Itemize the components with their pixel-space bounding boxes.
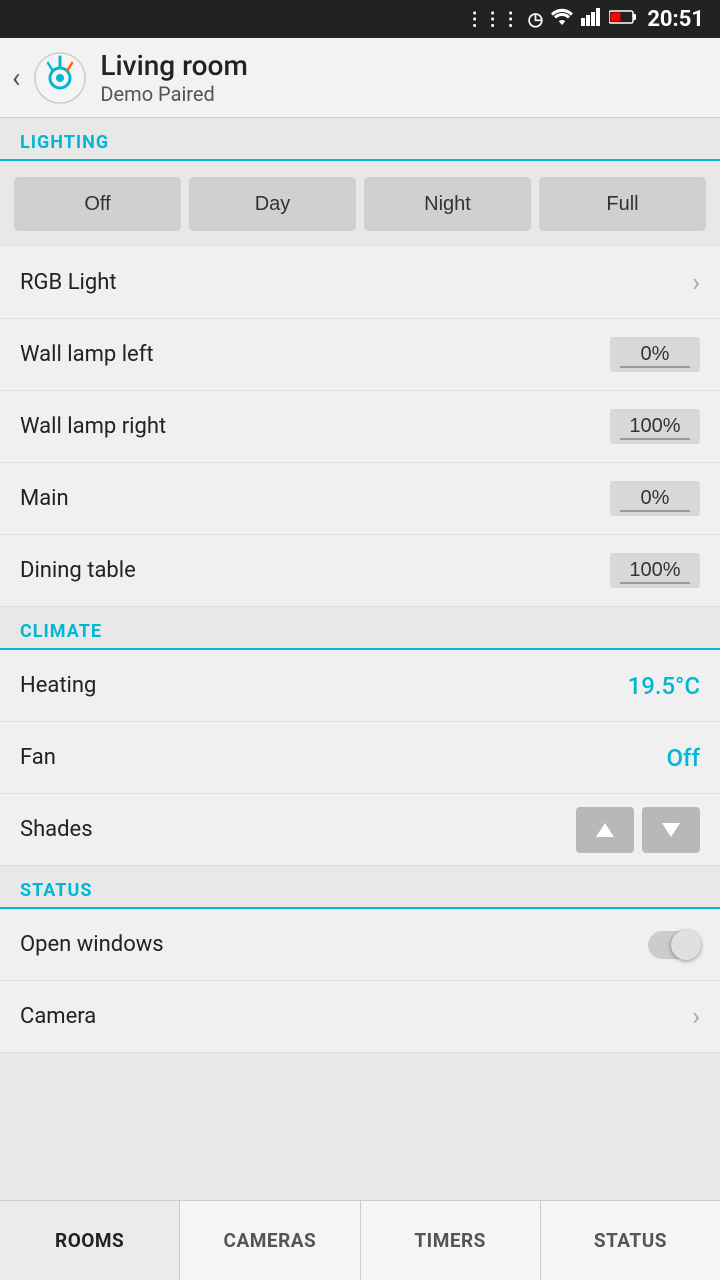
- shades-up-button[interactable]: [576, 807, 634, 853]
- main-light-right: 0%: [610, 481, 700, 516]
- wall-lamp-left-label: Wall lamp left: [20, 342, 154, 367]
- climate-section-header: CLIMATE: [0, 607, 720, 650]
- chevron-down-icon: [660, 819, 682, 841]
- shades-label: Shades: [20, 817, 93, 842]
- open-windows-label: Open windows: [20, 932, 164, 957]
- alarm-icon: ◷: [528, 9, 544, 30]
- wall-lamp-right-row: Wall lamp right 100%: [0, 391, 720, 463]
- shades-row: Shades: [0, 794, 720, 866]
- wall-lamp-right-label: Wall lamp right: [20, 414, 166, 439]
- shades-controls: [576, 807, 700, 853]
- status-icons: ⋮⋮⋮ ◷: [466, 8, 638, 31]
- heating-value: 19.5°C: [628, 672, 700, 700]
- lighting-section-header: LIGHTING: [0, 118, 720, 161]
- app-logo: [34, 52, 86, 104]
- camera-chevron: ›: [692, 1002, 700, 1032]
- wall-lamp-right-value[interactable]: 100%: [610, 409, 700, 444]
- dining-table-value[interactable]: 100%: [610, 553, 700, 588]
- nav-rooms[interactable]: ROOMS: [0, 1201, 180, 1280]
- wifi-icon: [551, 8, 573, 31]
- nav-cameras[interactable]: CAMERAS: [180, 1201, 360, 1280]
- dining-table-label: Dining table: [20, 558, 136, 583]
- fan-row[interactable]: Fan Off: [0, 722, 720, 794]
- wall-lamp-left-right: 0%: [610, 337, 700, 372]
- nav-status[interactable]: STATUS: [541, 1201, 720, 1280]
- signal-icon: [581, 8, 601, 31]
- lighting-day-button[interactable]: Day: [189, 177, 356, 231]
- shades-down-button[interactable]: [642, 807, 700, 853]
- heating-row[interactable]: Heating 19.5°C: [0, 650, 720, 722]
- header-subtitle: Demo Paired: [100, 82, 247, 106]
- heating-label: Heating: [20, 673, 96, 698]
- back-button[interactable]: ‹: [12, 61, 20, 94]
- dining-table-row: Dining table 100%: [0, 535, 720, 607]
- menu-icon: ⋮⋮⋮: [466, 9, 520, 30]
- camera-row[interactable]: Camera ›: [0, 981, 720, 1053]
- main-light-value[interactable]: 0%: [610, 481, 700, 516]
- lighting-buttons-row: Off Day Night Full: [0, 161, 720, 247]
- open-windows-row: Open windows: [0, 909, 720, 981]
- open-windows-toggle[interactable]: [648, 931, 700, 959]
- bottom-nav: ROOMS CAMERAS TIMERS STATUS: [0, 1200, 720, 1280]
- camera-label: Camera: [20, 1004, 96, 1029]
- wall-lamp-left-value[interactable]: 0%: [610, 337, 700, 372]
- lighting-full-button[interactable]: Full: [539, 177, 706, 231]
- wall-lamp-left-row: Wall lamp left 0%: [0, 319, 720, 391]
- rgb-light-right: ›: [692, 268, 700, 298]
- status-section-header: STATUS: [0, 866, 720, 909]
- clock: 20:51: [647, 7, 704, 32]
- lighting-night-button[interactable]: Night: [364, 177, 531, 231]
- rgb-light-row[interactable]: RGB Light ›: [0, 247, 720, 319]
- status-bar: ⋮⋮⋮ ◷ 20:51: [0, 0, 720, 38]
- header-text: Living room Demo Paired: [100, 49, 247, 106]
- header-title: Living room: [100, 49, 247, 82]
- nav-timers[interactable]: TIMERS: [361, 1201, 541, 1280]
- dining-table-right: 100%: [610, 553, 700, 588]
- content-area: LIGHTING Off Day Night Full RGB Light › …: [0, 118, 720, 1200]
- fan-value: Off: [667, 744, 700, 772]
- chevron-up-icon: [594, 819, 616, 841]
- fan-label: Fan: [20, 745, 56, 770]
- main-light-label: Main: [20, 486, 69, 511]
- lighting-off-button[interactable]: Off: [14, 177, 181, 231]
- main-light-row: Main 0%: [0, 463, 720, 535]
- header: ‹ Living room Demo Paired: [0, 38, 720, 118]
- toggle-knob: [671, 930, 701, 960]
- rgb-light-label: RGB Light: [20, 270, 117, 295]
- wall-lamp-right-right: 100%: [610, 409, 700, 444]
- battery-icon: [609, 9, 637, 30]
- rgb-light-chevron: ›: [692, 268, 700, 298]
